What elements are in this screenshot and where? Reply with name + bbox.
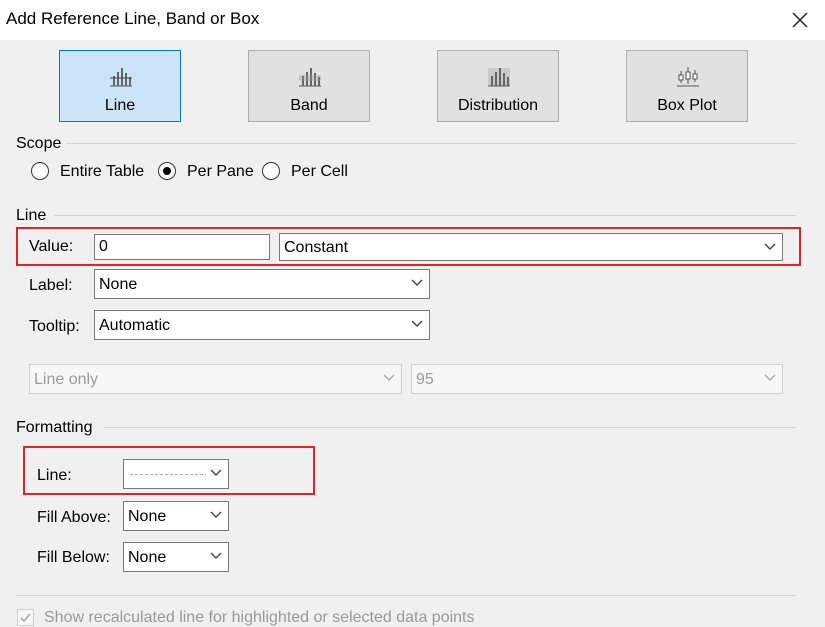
line-format-label: Line: xyxy=(37,467,72,484)
scope-per-pane-radio[interactable] xyxy=(158,162,176,180)
chevron-down-icon xyxy=(411,320,423,327)
chevron-down-icon xyxy=(210,552,222,559)
box-plot-type-button[interactable]: Box Plot xyxy=(626,50,748,122)
scope-per-cell-label[interactable]: Per Cell xyxy=(291,163,348,181)
fill-above-value: None xyxy=(128,508,167,525)
close-button[interactable] xyxy=(786,6,814,34)
confidence-level-value: 95 xyxy=(416,371,434,388)
dialog-title: Add Reference Line, Band or Box xyxy=(6,9,260,28)
close-icon xyxy=(792,12,808,28)
distribution-type-label: Distribution xyxy=(457,97,539,114)
scope-divider xyxy=(66,143,796,144)
confidence-mode-dropdown: Line only xyxy=(29,364,402,394)
label-dropdown[interactable]: None xyxy=(94,269,430,299)
confidence-level-dropdown: 95 xyxy=(411,364,783,394)
chevron-down-icon xyxy=(210,469,222,476)
tooltip-dropdown-value: Automatic xyxy=(99,317,171,334)
scope-per-pane-label[interactable]: Per Pane xyxy=(187,163,254,181)
chevron-down-icon xyxy=(383,374,395,381)
formatting-divider xyxy=(104,427,796,428)
chevron-down-icon xyxy=(764,243,776,250)
recalculated-line-checkbox xyxy=(17,609,34,626)
tooltip-field-label: Tooltip: xyxy=(29,318,80,335)
dashed-line-preview-icon xyxy=(130,474,206,475)
line-type-button[interactable]: Line xyxy=(59,50,181,122)
scope-entire-table-label[interactable]: Entire Table xyxy=(60,163,144,181)
chevron-down-icon xyxy=(411,279,423,286)
checkmark-icon xyxy=(20,613,31,623)
chevron-down-icon xyxy=(210,511,222,518)
distribution-type-button[interactable]: Distribution xyxy=(437,50,559,122)
scope-entire-table-radio[interactable] xyxy=(31,162,49,180)
band-type-label: Band xyxy=(290,97,328,114)
fill-above-label: Fill Above: xyxy=(37,509,111,526)
reference-line-icon xyxy=(110,68,132,87)
tooltip-dropdown[interactable]: Automatic xyxy=(94,310,430,340)
value-type-dropdown[interactable]: Constant xyxy=(279,233,783,261)
chevron-down-icon xyxy=(764,374,776,381)
fill-below-value: None xyxy=(128,549,167,566)
box-plot-icon xyxy=(677,67,699,87)
confidence-mode-value: Line only xyxy=(34,371,99,388)
fill-below-dropdown[interactable]: None xyxy=(123,542,229,572)
recalculated-line-label: Show recalculated line for highlighted o… xyxy=(44,609,475,626)
distribution-icon xyxy=(488,68,510,87)
line-divider xyxy=(54,215,796,216)
reference-band-icon xyxy=(299,68,321,87)
formatting-heading: Formatting xyxy=(16,419,93,436)
value-type-text: Constant xyxy=(284,239,349,256)
line-style-dropdown[interactable] xyxy=(123,459,229,489)
line-heading: Line xyxy=(16,207,47,224)
bottom-divider xyxy=(16,595,796,596)
scope-heading: Scope xyxy=(16,135,62,152)
line-type-label: Line xyxy=(104,97,136,114)
label-field-label: Label: xyxy=(29,277,73,294)
box-plot-type-label: Box Plot xyxy=(657,97,717,114)
value-input[interactable]: 0 xyxy=(94,234,270,260)
scope-per-cell-radio[interactable] xyxy=(262,162,280,180)
band-type-button[interactable]: Band xyxy=(248,50,370,122)
fill-above-dropdown[interactable]: None xyxy=(123,501,229,531)
title-bar: Add Reference Line, Band or Box xyxy=(0,0,825,40)
fill-below-label: Fill Below: xyxy=(37,549,110,566)
label-dropdown-value: None xyxy=(99,276,138,293)
value-label: Value: xyxy=(29,238,74,255)
radio-selected-dot xyxy=(163,167,171,175)
